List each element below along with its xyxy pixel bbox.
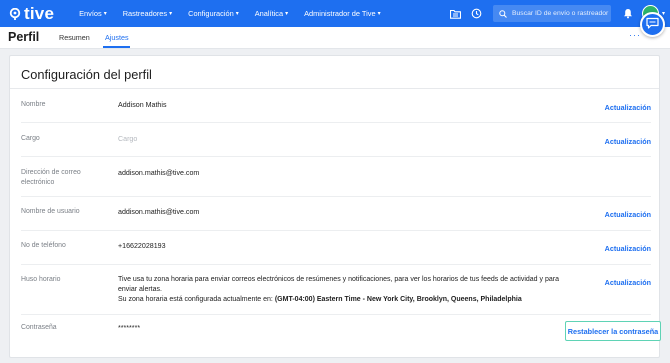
row-password: Contraseña ********	[21, 315, 651, 355]
update-name-link[interactable]: Actualización	[605, 103, 651, 112]
update-phone-link[interactable]: Actualización	[605, 244, 651, 253]
row-email: Dirección de correo electrónico addison.…	[21, 157, 651, 197]
update-username-link[interactable]: Actualización	[605, 210, 651, 219]
search-box[interactable]	[492, 5, 611, 23]
timezone-current-value: (GMT-04:00) Eastern Time - New York City…	[274, 296, 522, 303]
nav-label: Administrador de Tive	[304, 9, 376, 18]
nav-label: Configuración	[188, 9, 234, 18]
nav-label: Rastreadores	[122, 9, 168, 18]
chat-icon	[646, 16, 659, 34]
nav-item-configuracion[interactable]: Configuración ▾	[188, 9, 239, 18]
row-timezone: Huso horario Tive usa tu zona horaria pa…	[21, 265, 651, 315]
tab-ajustes[interactable]: Ajustes	[105, 33, 129, 42]
timezone-current-prefix: Su zona horaria está configurada actualm…	[118, 296, 273, 303]
page-title: Perfil	[8, 30, 40, 44]
top-nav-bar: tive Envíos ▾ Rastreadores ▾ Configuración…	[0, 0, 670, 27]
name-value: Addison Mathis	[118, 101, 167, 109]
phone-value: +16622028193	[118, 242, 166, 250]
history-icon[interactable]	[470, 7, 484, 21]
chevron-down-icon: ▾	[169, 10, 173, 17]
chevron-down-icon: ▾	[377, 10, 381, 17]
profile-settings-card: Configuración del perfil Nombre Addison …	[9, 55, 661, 358]
field-label: No de teléfono	[21, 242, 66, 249]
reset-password-button[interactable]: Restablecer la contraseña	[565, 321, 661, 341]
username-value: addison.mathis@tive.com	[118, 208, 200, 216]
nav-item-envios[interactable]: Envíos ▾	[79, 9, 107, 18]
folder-icon[interactable]	[449, 7, 463, 21]
chevron-down-icon: ▾	[285, 10, 289, 17]
nav-item-rastreadores[interactable]: Rastreadores ▾	[123, 9, 172, 18]
bell-icon[interactable]	[621, 7, 635, 21]
nav-item-administrador[interactable]: Administrador de Tive ▾	[304, 9, 381, 18]
field-label: Nombre de usuario	[21, 208, 80, 215]
timezone-info-text: Tive usa tu zona horaria para enviar cor…	[118, 276, 559, 293]
chevron-down-icon: ▾	[235, 10, 239, 17]
field-label: Cargo	[21, 135, 40, 142]
row-nombre: Nombre Addison Mathis Actualización	[21, 89, 651, 123]
page-header: Perfil Resumen Ajustes ···	[0, 27, 670, 49]
logo-text: tive	[24, 3, 55, 23]
email-value: addison.mathis@tive.com	[118, 169, 200, 177]
row-phone: No de teléfono +16622028193 Actualizació…	[21, 231, 651, 265]
more-options-icon[interactable]: ···	[629, 30, 641, 40]
nav-label: Envíos	[79, 9, 102, 18]
field-label: Huso horario	[21, 276, 61, 283]
row-username: Nombre de usuario addison.mathis@tive.co…	[21, 197, 651, 231]
card-title: Configuración del perfil	[21, 67, 152, 82]
nav-label: Analítica	[254, 9, 284, 18]
job-title-value: Cargo	[118, 135, 138, 143]
chevron-down-icon: ▾	[103, 10, 107, 17]
nav-item-analitica[interactable]: Analítica ▾	[255, 9, 288, 18]
location-pin-icon	[9, 7, 21, 20]
field-label: Dirección de correo electrónico	[21, 169, 81, 186]
field-label: Nombre	[21, 101, 46, 108]
field-label: Contraseña	[21, 324, 57, 331]
active-tab-indicator	[103, 46, 130, 48]
update-job-title-link[interactable]: Actualización	[605, 137, 651, 146]
update-timezone-link[interactable]: Actualización	[605, 278, 651, 287]
row-cargo: Cargo Cargo Actualización	[21, 123, 651, 157]
timezone-description: Tive usa tu zona horaria para enviar cor…	[118, 275, 568, 305]
chat-support-button[interactable]	[640, 12, 665, 37]
tive-logo[interactable]: tive	[9, 4, 54, 24]
search-input[interactable]	[511, 10, 611, 17]
tab-resumen[interactable]: Resumen	[59, 33, 90, 42]
search-icon	[499, 5, 507, 23]
password-value: ********	[118, 324, 141, 332]
